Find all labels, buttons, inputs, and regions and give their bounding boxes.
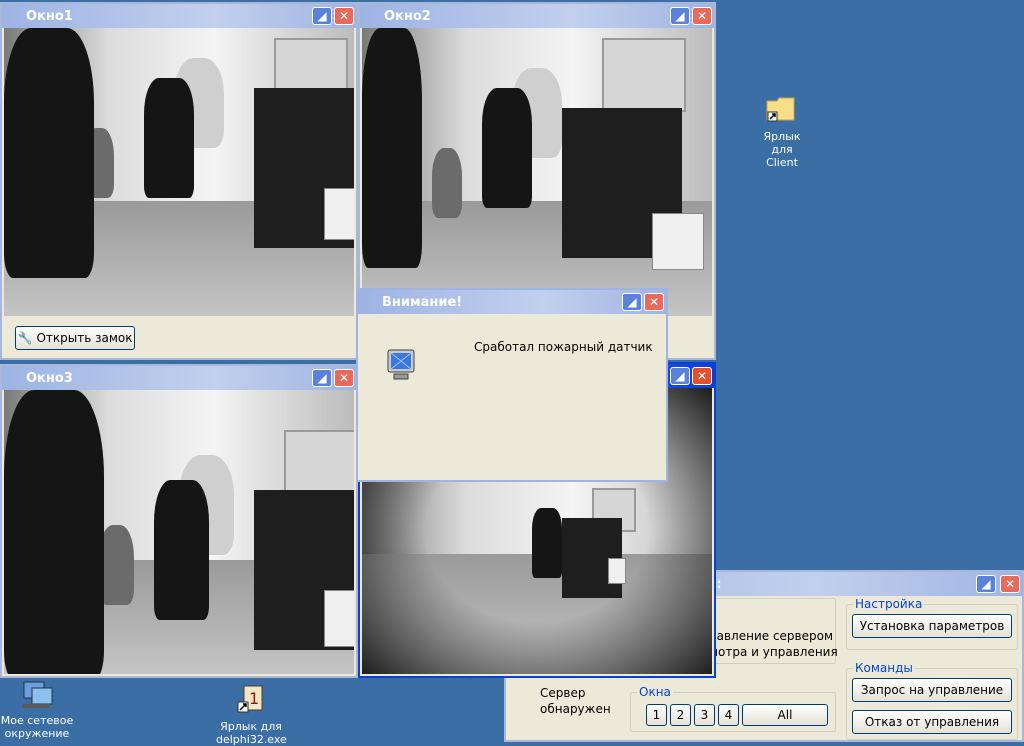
desktop-icon-delphi[interactable]: 1 Ярлык для delphi32.exe <box>216 684 287 746</box>
key-icon: 🔧 <box>17 331 33 345</box>
camera-feed-1 <box>4 28 354 316</box>
window1-minimize-button[interactable]: ◢ <box>312 7 332 25</box>
release-control-button[interactable]: Отказ от управления <box>852 710 1012 734</box>
window-button-2[interactable]: 2 <box>670 704 691 726</box>
window2-minimize-button[interactable]: ◢ <box>670 7 690 25</box>
control-minimize-button[interactable]: ◢ <box>976 575 996 593</box>
window3-minimize-button[interactable]: ◢ <box>312 369 332 387</box>
folder-icon <box>766 96 796 122</box>
window3-title: Окно3 <box>26 370 73 386</box>
settings-button[interactable]: Установка параметров <box>852 614 1012 638</box>
window3-titlebar[interactable]: Окно3 <box>2 366 356 390</box>
request-control-button[interactable]: Запрос на управление <box>852 678 1012 702</box>
commands-group-label: Команды <box>853 661 915 675</box>
window3-close-button[interactable]: ✕ <box>334 369 354 387</box>
client-label-1: Ярлык для <box>763 130 801 156</box>
window4-minimize-button[interactable]: ◢ <box>670 367 690 385</box>
window4-close-button[interactable]: ✕ <box>692 367 712 385</box>
window2-titlebar[interactable]: Окно2 <box>360 4 714 28</box>
window1-titlebar[interactable]: Окно1 <box>2 4 356 28</box>
window-button-1[interactable]: 1 <box>646 704 667 726</box>
alert-close-button[interactable]: ✕ <box>644 293 664 311</box>
camera-window-3: Окно3 ◢ ✕ <box>0 364 358 678</box>
alert-minimize-button[interactable]: ◢ <box>622 293 642 311</box>
desktop-icon-client[interactable]: Ярлык для Client <box>752 94 812 169</box>
delphi-label-2: delphi32.exe <box>216 733 287 746</box>
delphi-label-1: Ярлык для <box>220 720 282 733</box>
camera-feed-3 <box>4 390 354 674</box>
network-icon <box>20 678 54 710</box>
server-text-2: мотра и управления <box>709 645 838 659</box>
control-close-button[interactable]: ✕ <box>1000 575 1020 593</box>
computer-icon <box>384 348 418 382</box>
alert-dialog: Внимание! ◢ ✕ Сработал пожарный датчик <box>356 288 668 482</box>
alert-title: Внимание! <box>382 294 463 310</box>
settings-group-label: Настройка <box>853 597 925 611</box>
server-text-1: равление сервером <box>709 629 834 643</box>
window-button-4[interactable]: 4 <box>718 704 739 726</box>
alert-message: Сработал пожарный датчик <box>474 340 653 354</box>
windows-group-label: Окна <box>637 685 673 699</box>
delphi-icon: 1 <box>236 684 266 714</box>
window2-title: Окно2 <box>384 8 431 24</box>
alert-titlebar[interactable]: Внимание! <box>358 290 666 314</box>
server-status-1: Сервер <box>540 686 586 700</box>
open-lock-label: Открыть замок <box>36 331 133 345</box>
client-label-2: Client <box>766 156 798 169</box>
window2-close-button[interactable]: ✕ <box>692 7 712 25</box>
window1-close-button[interactable]: ✕ <box>334 7 354 25</box>
window-button-3[interactable]: 3 <box>694 704 715 726</box>
server-status-2: обнаружен <box>540 702 611 716</box>
desktop-icon-network[interactable]: Мое сетевое окружение <box>0 676 74 742</box>
network-label-2: окружение <box>4 727 70 740</box>
camera-window-1: Окно1 ◢ ✕ 🔧 Открыть замок <box>0 2 358 360</box>
open-lock-button[interactable]: 🔧 Открыть замок <box>15 326 135 350</box>
all-windows-button[interactable]: All <box>742 704 828 726</box>
svg-text:1: 1 <box>249 689 259 708</box>
network-label-1: Мое сетевое <box>0 714 74 727</box>
window1-title: Окно1 <box>26 8 73 24</box>
camera-feed-2 <box>362 28 712 316</box>
